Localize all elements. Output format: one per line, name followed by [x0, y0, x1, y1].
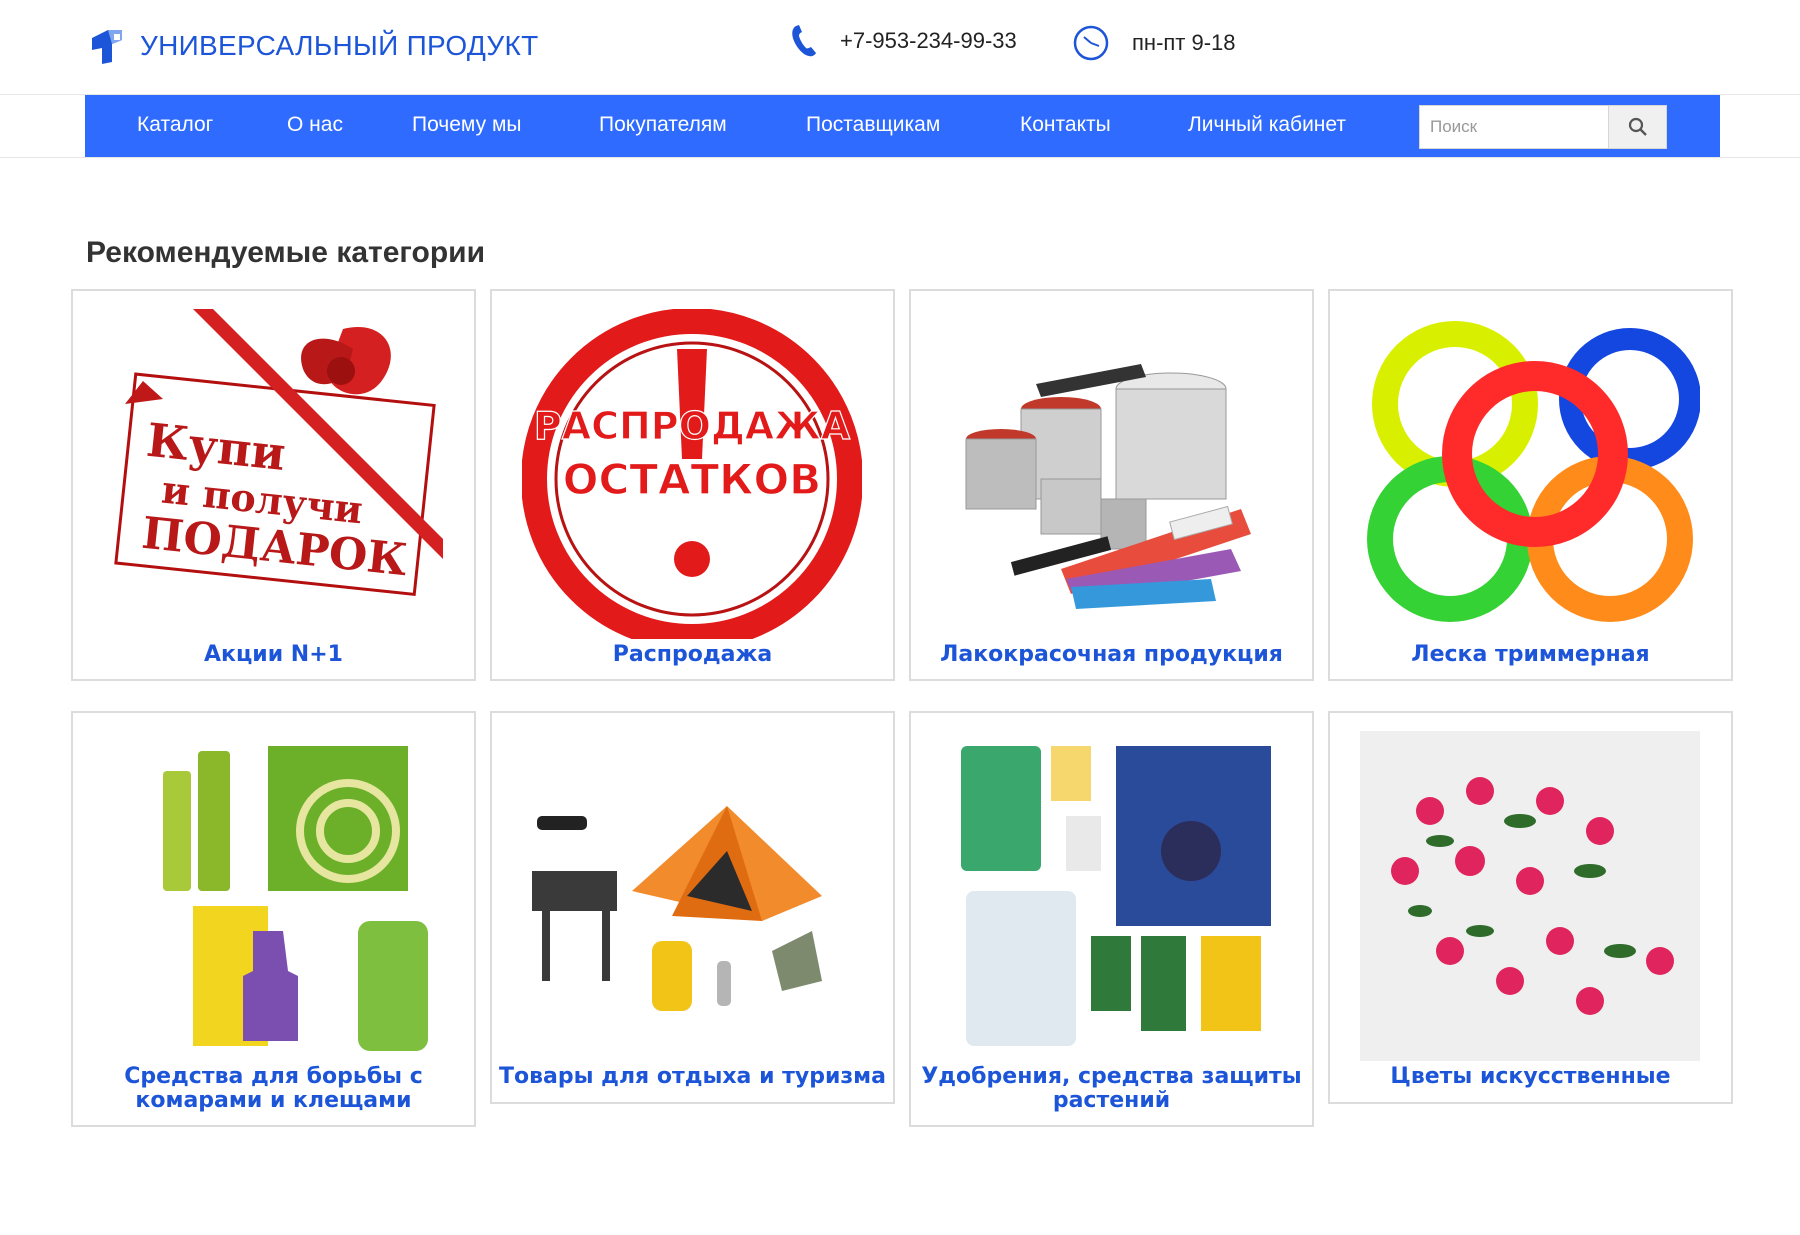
phone-number: +7-953-234-99-33: [840, 28, 1017, 53]
work-hours: пн-пт 9-18: [1072, 24, 1236, 62]
nav-item-buyers[interactable]: Покупателям: [599, 113, 727, 137]
category-card[interactable]: Леска триммерная: [1328, 289, 1733, 681]
paint-cans-image: [965, 364, 1251, 609]
category-card[interactable]: РАСПРОДАЖА ОСТАТКОВ Распродажа: [490, 289, 895, 681]
logo[interactable]: УНИВЕРСАЛЬНЫЙ ПРОДУКТ: [88, 24, 539, 68]
sale-image-line-2: ОСТАТКОВ: [563, 455, 821, 504]
nav-item-contacts[interactable]: Контакты: [1020, 113, 1111, 137]
trimmer-line-image: [1367, 321, 1700, 622]
category-title[interactable]: Цветы искусственные: [1330, 1065, 1731, 1089]
sale-badge-image: РАСПРОДАЖА ОСТАТКОВ: [522, 309, 862, 639]
phone-contact[interactable]: +7-953-234-99-33: [790, 24, 1017, 58]
section-title: Рекомендуемые категории: [86, 236, 486, 269]
category-card[interactable]: Товары для отдыха и туризма: [490, 711, 895, 1104]
nav-item-account[interactable]: Личный кабинет: [1188, 113, 1346, 137]
promo-gift-image: Купи и получи ПОДАРОК: [114, 309, 443, 597]
search-input[interactable]: [1419, 105, 1609, 149]
nav-item-why-us[interactable]: Почему мы: [412, 113, 521, 137]
brand-name: УНИВЕРСАЛЬНЫЙ ПРОДУКТ: [140, 30, 539, 61]
category-card[interactable]: Лакокрасочная продукция: [909, 289, 1314, 681]
artificial-flowers-image: [1360, 731, 1700, 1061]
search-form: [1419, 105, 1667, 149]
category-title[interactable]: Акции N+1: [73, 643, 474, 667]
category-title[interactable]: Средства для борьбы с комарами и клещами: [73, 1065, 474, 1113]
main-nav: Каталог О нас Почему мы Покупателям Пост…: [85, 95, 1720, 158]
clock-icon: [1073, 25, 1109, 61]
mosquito-products-image: [163, 746, 428, 1051]
fertilizers-image: [961, 746, 1271, 1046]
nav-divider: [0, 157, 1800, 158]
site-header: УНИВЕРСАЛЬНЫЙ ПРОДУКТ +7-953-234-99-33 п…: [0, 0, 1800, 95]
search-icon: [1628, 117, 1647, 136]
category-title[interactable]: Леска триммерная: [1330, 643, 1731, 667]
nav-item-catalog[interactable]: Каталог: [137, 113, 213, 137]
category-card[interactable]: Удобрения, средства защиты растений: [909, 711, 1314, 1127]
sale-image-line-1: РАСПРОДАЖА: [534, 404, 851, 448]
nav-item-about[interactable]: О нас: [287, 113, 343, 137]
logo-mark-icon: [92, 30, 122, 64]
search-button[interactable]: [1609, 105, 1667, 149]
camping-goods-image: [532, 806, 822, 1011]
category-card[interactable]: Средства для борьбы с комарами и клещами: [71, 711, 476, 1127]
category-title[interactable]: Товары для отдыха и туризма: [492, 1065, 893, 1089]
nav-item-suppliers[interactable]: Поставщикам: [806, 113, 940, 137]
hours-text: пн-пт 9-18: [1132, 30, 1236, 55]
category-card[interactable]: Купи и получи ПОДАРОК Акции N+1: [71, 289, 476, 681]
category-title[interactable]: Лакокрасочная продукция: [911, 643, 1312, 667]
category-title[interactable]: Распродажа: [492, 643, 893, 667]
category-card[interactable]: Цветы искусственные: [1328, 711, 1733, 1104]
phone-icon: [792, 25, 816, 57]
category-title[interactable]: Удобрения, средства защиты растений: [911, 1065, 1312, 1113]
